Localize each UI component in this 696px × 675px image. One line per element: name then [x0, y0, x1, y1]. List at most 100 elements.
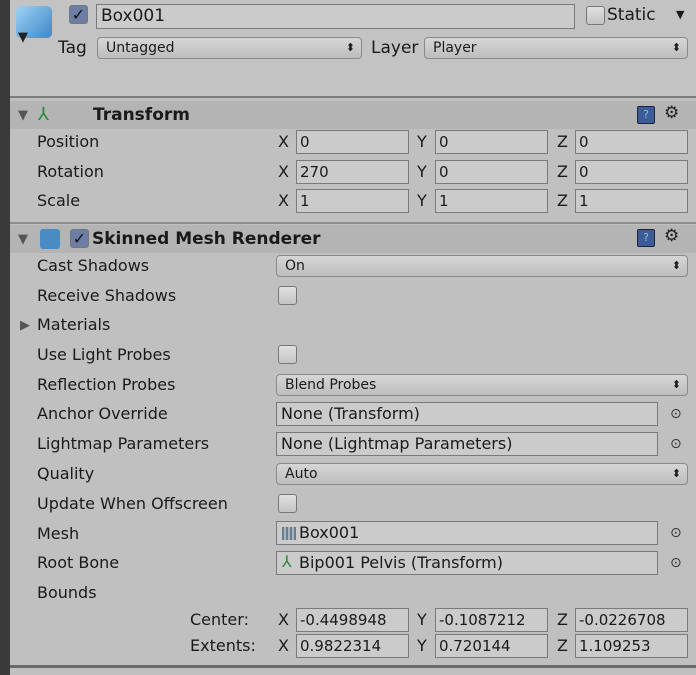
object-picker-icon[interactable]: ⊙	[670, 436, 682, 452]
lightmap-parameters-label: Lightmap Parameters	[37, 434, 210, 453]
bounds-center-z-input[interactable]: -0.0226708	[575, 608, 688, 632]
lightmap-parameters-field[interactable]: None (Lightmap Parameters)	[276, 432, 658, 456]
mesh-value: Box001	[299, 523, 360, 542]
collapse-triangle-icon[interactable]: ▼	[18, 232, 28, 247]
rotation-x-input[interactable]: 270	[296, 160, 409, 184]
reflection-probes-label: Reflection Probes	[37, 375, 176, 394]
x-axis-label: X	[278, 132, 289, 151]
object-picker-icon[interactable]: ⊙	[670, 555, 682, 571]
y-axis-label: Y	[417, 162, 427, 181]
smr-enabled-checkbox[interactable]: ✓	[70, 229, 89, 248]
root-bone-label: Root Bone	[37, 553, 120, 572]
z-axis-label: Z	[557, 636, 568, 655]
reflection-probes-dropdown[interactable]: Blend Probes ⬍	[276, 374, 688, 396]
dropdown-triangle-icon[interactable]: ▼	[18, 30, 28, 45]
y-axis-label: Y	[417, 191, 427, 210]
transform-row-label: Rotation	[37, 162, 104, 181]
left-edge	[0, 0, 10, 675]
update-offscreen-checkbox[interactable]	[278, 494, 297, 513]
object-name-input[interactable]: Box001	[96, 4, 575, 29]
active-checkbox[interactable]: ✓	[69, 5, 88, 24]
rotation-z-input[interactable]: 0	[575, 160, 688, 184]
help-icon[interactable]: ?	[637, 106, 655, 124]
y-axis-label: Y	[417, 636, 427, 655]
cast-shadows-value: On	[285, 258, 305, 274]
bounds-extents-y-input[interactable]: 0.720144	[435, 634, 548, 658]
x-axis-label: X	[278, 162, 289, 181]
root-bone-field[interactable]: ⅄ Bip001 Pelvis (Transform)	[276, 551, 658, 575]
mesh-grid-icon	[282, 527, 296, 540]
position-z-input[interactable]: 0	[575, 130, 688, 154]
z-axis-label: Z	[557, 610, 568, 629]
updown-icon: ⬍	[671, 467, 681, 480]
quality-label: Quality	[37, 464, 95, 483]
bottom-divider	[10, 665, 696, 668]
object-picker-icon[interactable]: ⊙	[670, 406, 682, 422]
x-axis-label: X	[278, 610, 289, 629]
use-light-probes-label: Use Light Probes	[37, 345, 171, 364]
z-axis-label: Z	[557, 162, 568, 181]
transform-axes-icon: ⅄	[38, 104, 49, 125]
z-axis-label: Z	[557, 191, 568, 210]
scale-x-input[interactable]: 1	[296, 189, 409, 213]
cast-shadows-label: Cast Shadows	[37, 256, 150, 275]
object-picker-icon[interactable]: ⊙	[670, 525, 682, 541]
layer-value: Player	[433, 40, 477, 56]
materials-foldout[interactable]: Materials	[37, 315, 110, 335]
x-axis-label: X	[278, 191, 289, 210]
divider	[10, 222, 696, 224]
reflection-probes-value: Blend Probes	[285, 377, 377, 393]
bounds-center-y-input[interactable]: -0.1087212	[435, 608, 548, 632]
layer-label: Layer	[371, 38, 419, 58]
bounds-label: Bounds	[37, 583, 97, 602]
smr-title: Skinned Mesh Renderer	[92, 229, 321, 249]
z-axis-label: Z	[557, 132, 568, 151]
updown-icon: ⬍	[671, 378, 681, 391]
bounds-extents-z-input[interactable]: 1.109253	[575, 634, 688, 658]
static-checkbox[interactable]	[586, 6, 605, 25]
y-axis-label: Y	[417, 132, 427, 151]
transform-row-label: Scale	[37, 191, 81, 210]
static-label: Static	[607, 5, 656, 25]
update-offscreen-label: Update When Offscreen	[37, 494, 228, 513]
collapse-triangle-icon[interactable]: ▼	[18, 108, 28, 123]
anchor-override-field[interactable]: None (Transform)	[276, 402, 658, 426]
x-axis-label: X	[278, 636, 289, 655]
static-dropdown-icon[interactable]: ▼	[676, 8, 684, 21]
transform-title: Transform	[93, 105, 190, 125]
receive-shadows-label: Receive Shadows	[37, 286, 177, 305]
extents-label: Extents:	[190, 636, 256, 655]
quality-value: Auto	[285, 466, 318, 482]
root-bone-value: Bip001 Pelvis (Transform)	[299, 553, 503, 572]
bounds-extents-x-input[interactable]: 0.9822314	[296, 634, 409, 658]
gear-icon[interactable]: ⚙	[664, 226, 679, 246]
updown-icon: ⬍	[671, 41, 681, 54]
quality-dropdown[interactable]: Auto ⬍	[276, 463, 688, 485]
expand-triangle-icon[interactable]: ▶	[20, 318, 30, 333]
updown-icon: ⬍	[345, 41, 355, 54]
anchor-override-label: Anchor Override	[37, 404, 168, 423]
use-light-probes-checkbox[interactable]	[278, 345, 297, 364]
mesh-label: Mesh	[37, 524, 80, 543]
bounds-center-x-input[interactable]: -0.4498948	[296, 608, 409, 632]
updown-icon: ⬍	[671, 259, 681, 272]
transform-axes-icon: ⅄	[282, 552, 292, 571]
scale-z-input[interactable]: 1	[575, 189, 688, 213]
tag-dropdown[interactable]: Untagged ⬍	[97, 37, 362, 59]
receive-shadows-checkbox[interactable]	[278, 286, 297, 305]
position-y-input[interactable]: 0	[435, 130, 548, 154]
skinned-mesh-icon	[40, 229, 60, 249]
center-label: Center:	[190, 610, 249, 629]
gear-icon[interactable]: ⚙	[664, 103, 679, 123]
cast-shadows-dropdown[interactable]: On ⬍	[276, 255, 688, 277]
rotation-y-input[interactable]: 0	[435, 160, 548, 184]
tag-label: Tag	[58, 38, 87, 58]
y-axis-label: Y	[417, 610, 427, 629]
layer-dropdown[interactable]: Player ⬍	[424, 37, 688, 59]
help-icon[interactable]: ?	[637, 229, 655, 247]
transform-row-label: Position	[37, 132, 100, 151]
position-x-input[interactable]: 0	[296, 130, 409, 154]
tag-value: Untagged	[106, 40, 175, 56]
scale-y-input[interactable]: 1	[435, 189, 548, 213]
mesh-field[interactable]: Box001	[276, 521, 658, 545]
